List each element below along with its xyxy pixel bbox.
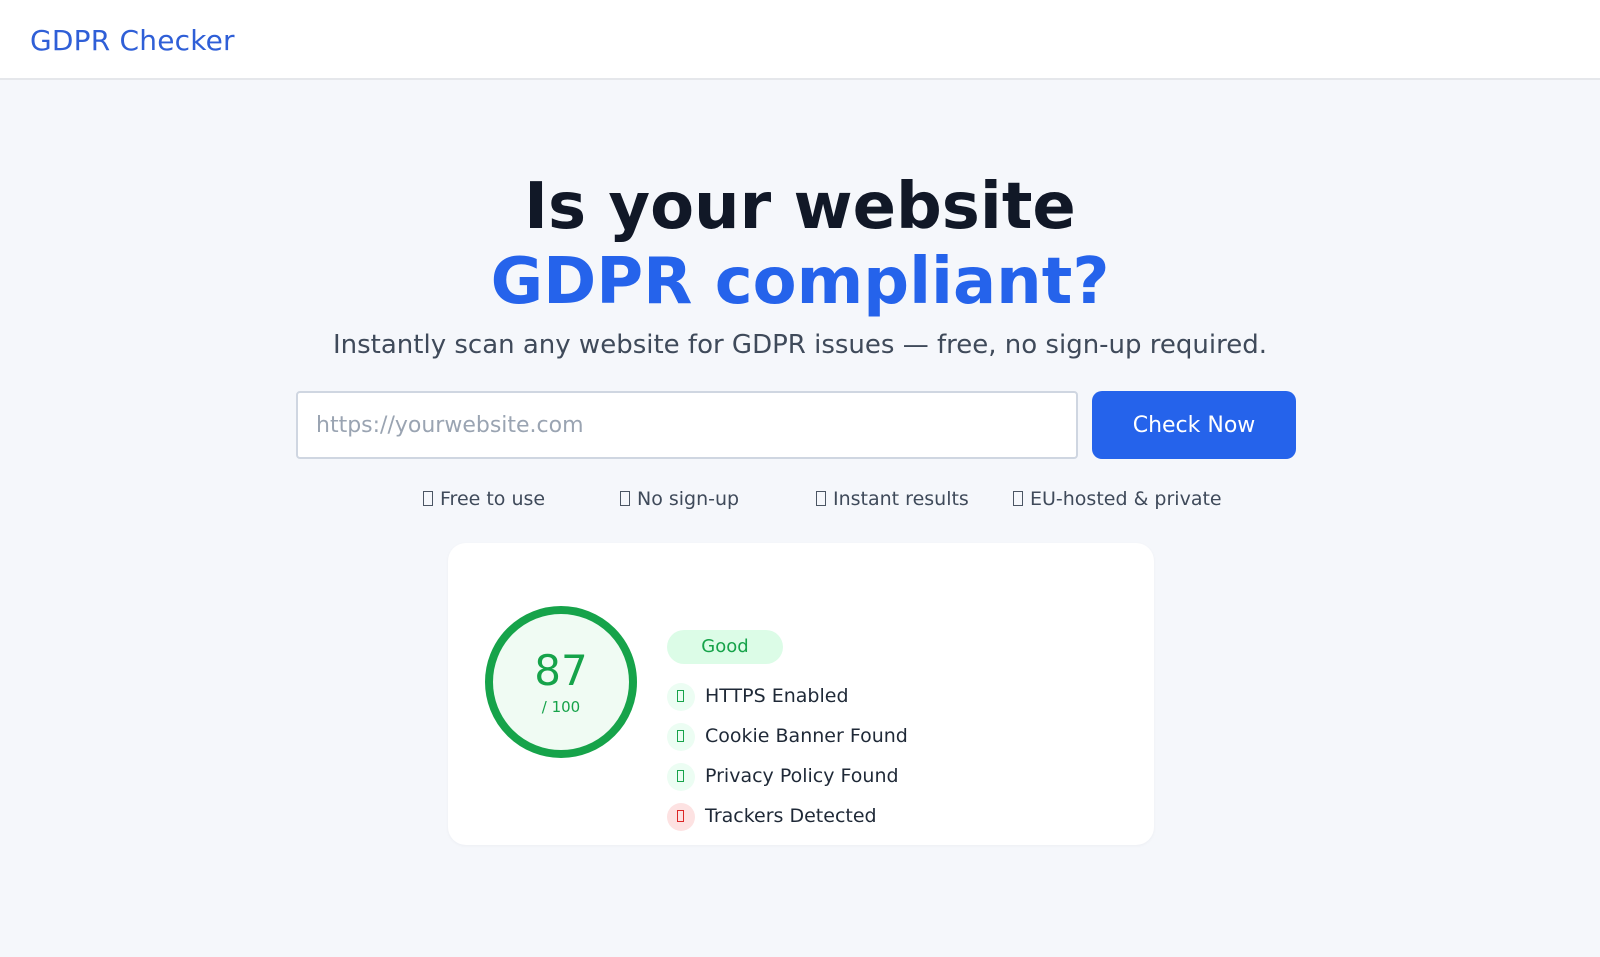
- feature-label: No sign-up: [637, 488, 740, 510]
- missing-glyph-icon: [620, 491, 630, 506]
- check-item-privacy-policy: Privacy Policy Found: [667, 763, 987, 803]
- check-list: HTTPS Enabled Cookie Banner Found Privac…: [667, 683, 987, 843]
- feature-label: Instant results: [833, 488, 969, 510]
- hero-title-line2: GDPR compliant?: [490, 245, 1110, 319]
- score-max: / 100: [541, 698, 581, 716]
- result-card: 87 / 100 Good HTTPS Enabled Cookie Banne…: [448, 543, 1154, 845]
- check-now-button[interactable]: Check Now: [1092, 391, 1296, 459]
- feature-label: Free to use: [440, 488, 546, 510]
- check-label: HTTPS Enabled: [705, 685, 849, 707]
- check-item-trackers: Trackers Detected: [667, 803, 987, 843]
- top-navbar: GDPR Checker: [0, 0, 1600, 80]
- missing-glyph-icon: [816, 491, 826, 506]
- pass-icon: [667, 763, 695, 791]
- check-label: Trackers Detected: [705, 805, 877, 827]
- missing-glyph-icon: [423, 491, 433, 506]
- check-item-cookie-banner: Cookie Banner Found: [667, 723, 987, 763]
- check-label: Privacy Policy Found: [705, 765, 899, 787]
- brand-logo-link[interactable]: GDPR Checker: [30, 24, 235, 57]
- pass-icon: [667, 723, 695, 751]
- score-value: 87: [534, 646, 588, 695]
- feature-label: EU-hosted & private: [1030, 488, 1222, 510]
- hero-subtitle: Instantly scan any website for GDPR issu…: [332, 330, 1268, 360]
- feature-item-instant: Instant results: [816, 488, 969, 510]
- score-gauge: 87 / 100: [485, 606, 637, 758]
- feature-list: Free to use No sign-up Instant results E…: [0, 488, 1600, 512]
- feature-item-eu-hosted: EU-hosted & private: [1013, 488, 1222, 510]
- rating-badge: Good: [667, 630, 783, 664]
- feature-item-free: Free to use: [423, 488, 545, 510]
- check-label: Cookie Banner Found: [705, 725, 908, 747]
- missing-glyph-icon: [1013, 491, 1023, 506]
- feature-item-no-signup: No sign-up: [620, 488, 739, 510]
- hero-title-line1: Is your website: [524, 170, 1076, 244]
- pass-icon: [667, 683, 695, 711]
- fail-icon: [667, 803, 695, 831]
- check-item-https: HTTPS Enabled: [667, 683, 987, 723]
- website-url-input[interactable]: [296, 391, 1078, 459]
